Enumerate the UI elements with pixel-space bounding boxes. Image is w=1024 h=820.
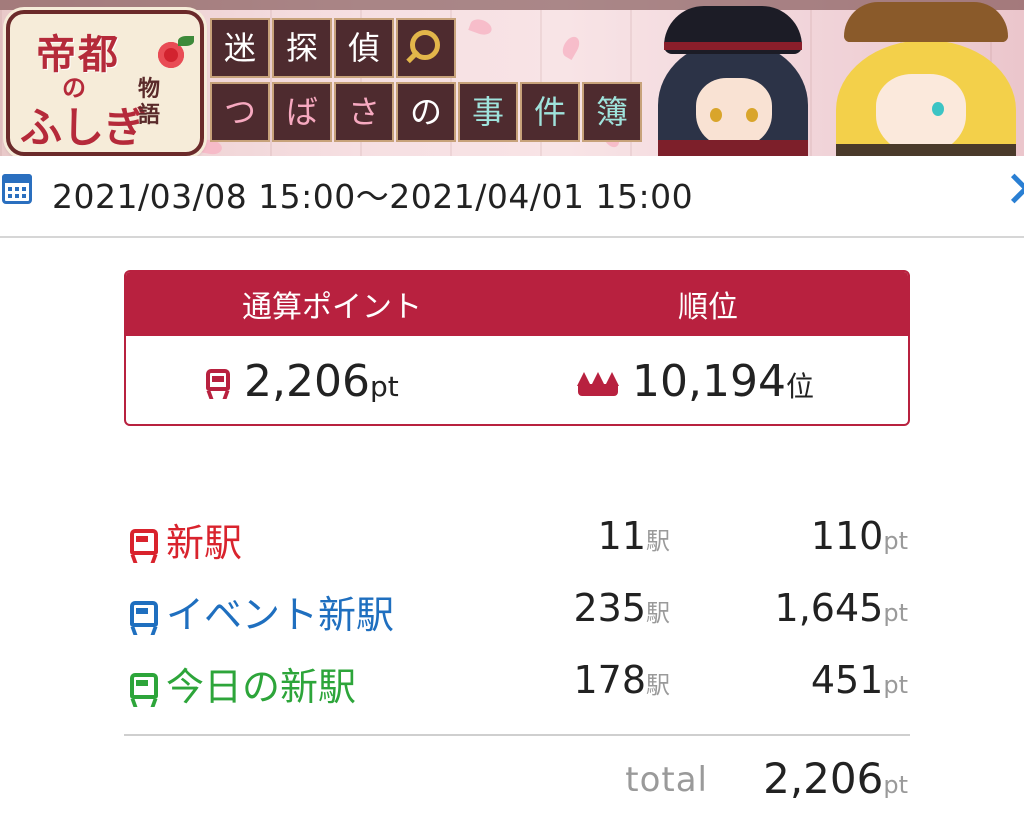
breakdown-row-today-station: 今日の新駅 178駅 451pt [0, 652, 1024, 712]
train-icon [130, 600, 158, 635]
title-tile: 事 [458, 82, 518, 142]
title-tile: の [396, 82, 456, 142]
character-illustration [836, 2, 1016, 156]
character-coat [836, 144, 1016, 156]
breakdown-name: 新駅 [166, 521, 243, 565]
rank-unit: 位 [785, 370, 814, 403]
breakdown-name: イベント新駅 [166, 593, 395, 637]
chevron-right-icon[interactable] [999, 173, 1024, 204]
event-banner[interactable]: 帝都 の ふしぎ 物語 迷 探 偵 つ ば さ の 事 件 簿 [0, 0, 1024, 156]
train-icon [206, 369, 230, 399]
station-points: 1,645pt [775, 586, 908, 630]
crown-icon [577, 372, 619, 396]
count-value: 235 [573, 586, 646, 630]
title-tile: 探 [272, 18, 332, 78]
title-tile: つ [210, 82, 270, 142]
rank-number: 10,194 [632, 356, 786, 407]
station-count: 11駅 [598, 514, 670, 558]
station-points: 110pt [811, 514, 908, 558]
count-value: 178 [573, 658, 646, 702]
points-unit: pt [883, 599, 908, 627]
character-eye [746, 108, 758, 122]
points-unit: pt [883, 671, 908, 699]
summary-box: 通算ポイント 順位 2,206pt 10,194位 [124, 270, 910, 426]
count-value: 11 [597, 514, 646, 558]
hat-band [664, 42, 802, 50]
total-points-number: 2,206 [244, 356, 370, 407]
character-face [876, 74, 966, 154]
points-value: 451 [810, 658, 884, 702]
station-count: 178駅 [573, 658, 670, 702]
summary-header: 通算ポイント 順位 [126, 272, 908, 336]
character-hat [844, 2, 1008, 42]
total-value: 2,206pt [763, 754, 908, 803]
breakdown-label: 今日の新駅 [130, 656, 356, 711]
count-unit: 駅 [646, 599, 670, 627]
train-icon [130, 672, 158, 707]
title-tile: 件 [520, 82, 580, 142]
count-unit: 駅 [646, 671, 670, 699]
banner-title-tiles: 迷 探 偵 つ ば さ の 事 件 簿 [208, 14, 648, 144]
count-unit: 駅 [646, 527, 670, 555]
title-tile: 簿 [582, 82, 642, 142]
title-tile: ば [272, 82, 332, 142]
breakdown-name: 今日の新駅 [166, 665, 357, 709]
event-period-row[interactable]: 2021/03/08 15:00～2021/04/01 15:00 [0, 156, 1024, 238]
rank-value: 10,194位 [577, 356, 814, 407]
breakdown-row-new-station: 新駅 11駅 110pt [0, 508, 1024, 568]
breakdown-row-event-station: イベント新駅 235駅 1,645pt [0, 580, 1024, 640]
total-unit: pt [883, 771, 908, 799]
character-eye [710, 108, 722, 122]
rank-label: 順位 [678, 290, 738, 325]
total-label: total [625, 760, 708, 800]
logo-subtitle: ふしぎ [20, 103, 147, 152]
station-count: 235駅 [573, 586, 670, 630]
title-tile: さ [334, 82, 394, 142]
total-divider [124, 734, 910, 736]
logo-monogatari: 物語 [138, 76, 161, 128]
character-hat [664, 6, 802, 54]
title-tile: 偵 [334, 18, 394, 78]
title-tile: 迷 [210, 18, 270, 78]
event-period: 2021/03/08 15:00～2021/04/01 15:00 [52, 177, 694, 216]
station-points: 451pt [811, 658, 908, 702]
points-unit: pt [883, 527, 908, 555]
points-value: 110 [810, 514, 884, 558]
leaf-icon [178, 36, 194, 46]
character-face [696, 78, 772, 148]
breakdown-label: 新駅 [130, 512, 242, 567]
character-eye [932, 102, 944, 116]
character-illustration [658, 6, 808, 156]
magnifier-tile [396, 18, 456, 78]
calendar-icon [2, 174, 32, 204]
total-points-value: 2,206pt [206, 356, 399, 407]
total-number: 2,206 [763, 754, 884, 803]
breakdown-label: イベント新駅 [130, 584, 394, 639]
character-coat [658, 140, 808, 156]
event-logo: 帝都 の ふしぎ 物語 [6, 10, 204, 156]
train-icon [130, 528, 158, 563]
points-unit: pt [369, 370, 399, 403]
total-points-label: 通算ポイント [242, 290, 422, 325]
banner-characters [650, 0, 1024, 156]
points-value: 1,645 [774, 586, 884, 630]
